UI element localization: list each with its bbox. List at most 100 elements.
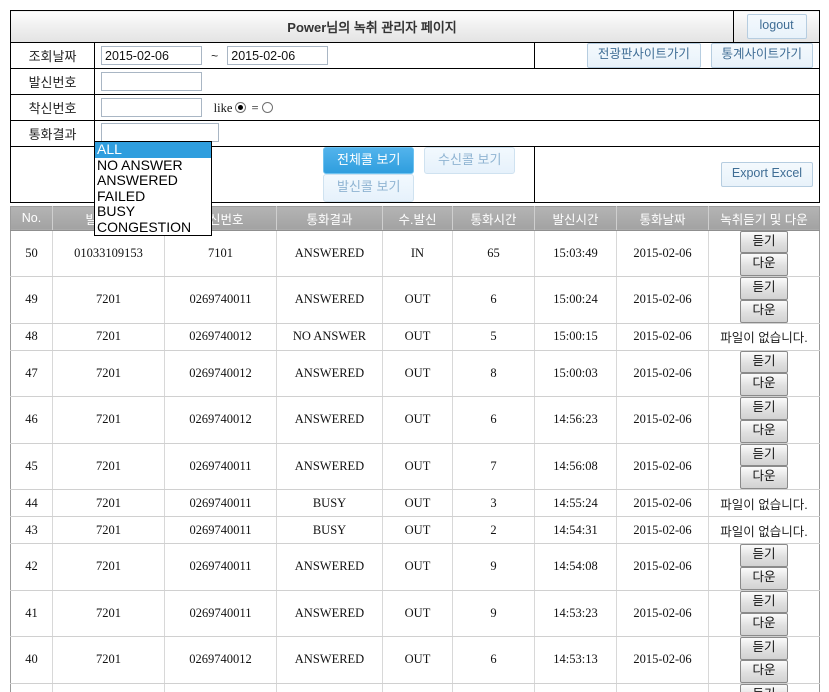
row-direction: OUT [382, 276, 453, 324]
equals-radio[interactable] [261, 101, 273, 113]
date-to-input[interactable] [227, 46, 329, 65]
listen-button[interactable]: 듣기 [740, 683, 788, 692]
row-callee: 0269740012 [164, 323, 277, 351]
page-title: Power님의 녹취 관리자 페이지 [9, 10, 735, 43]
row-direction: OUT [382, 636, 453, 684]
row-result: ANSWERED [276, 543, 383, 591]
row-result: BUSY [276, 489, 383, 518]
row-no: 40 [10, 636, 53, 684]
row-result: ANSWERED [276, 590, 383, 638]
download-button[interactable]: 다운 [740, 659, 788, 683]
listen-button[interactable]: 듣기 [740, 637, 788, 660]
tab-all-calls[interactable]: 전체콜 보기 [323, 147, 415, 175]
row-callee: 0269740012 [164, 350, 277, 398]
listen-button[interactable]: 듣기 [740, 277, 788, 300]
row-no: 45 [10, 443, 53, 491]
col-result: 통화결과 [276, 206, 383, 231]
caller-number-input[interactable] [101, 72, 202, 91]
export-cell: Export Excel [533, 146, 821, 203]
row-recording-cell: 듣기다운 [708, 590, 820, 638]
caller-row: 발신번호 [10, 68, 821, 95]
logout-cell: logout [733, 10, 821, 43]
table-row: 50 01033109153 7101 ANSWERED IN 65 15:03:49 201… [10, 230, 820, 278]
signboard-site-button[interactable]: 전광판사이트가기 [586, 43, 701, 68]
callee-label: 착신번호 [10, 94, 95, 121]
download-button[interactable]: 다운 [740, 373, 788, 397]
row-call-date: 2015-02-06 [616, 396, 709, 444]
download-button[interactable]: 다운 [740, 466, 788, 490]
row-call-date: 2015-02-06 [616, 590, 709, 638]
row-callee: 0269740012 [164, 396, 277, 444]
row-result: ANSWERED [276, 683, 383, 692]
equals-label: = [251, 100, 259, 115]
row-call-time: 15:00:03 [534, 350, 617, 398]
row-call-time: 15:03:49 [534, 230, 617, 278]
download-button[interactable]: 다운 [740, 613, 788, 637]
download-button[interactable]: 다운 [740, 419, 788, 443]
table-row: 44 7201 0269740011 BUSY OUT 3 14:55:24 2015-02-… [10, 489, 820, 518]
download-button[interactable]: 다운 [740, 299, 788, 323]
date-label: 조회날짜 [10, 42, 95, 69]
row-call-date: 2015-02-06 [616, 230, 709, 278]
callee-row: 착신번호 like = [10, 94, 821, 121]
call-records-table: No. 발신번호 착신번호 통화결과 수.발신 통화시간 발신시간 통화날짜 녹… [10, 205, 820, 692]
row-call-date: 2015-02-06 [616, 489, 709, 518]
export-excel-button[interactable]: Export Excel [720, 161, 814, 187]
row-call-time: 14:53:13 [534, 636, 617, 684]
row-call-date: 2015-02-06 [616, 683, 709, 692]
row-recording-cell: 파일이 없습니다. [708, 489, 820, 518]
row-no: 44 [10, 489, 53, 518]
result-label: 통화결과 [10, 120, 95, 147]
row-direction: IN [382, 230, 453, 278]
row-no: 48 [10, 323, 53, 351]
call-result-dropdown-list[interactable]: ALL NO ANSWER ANSWERED FAILED BUSY CONGESTION [94, 141, 212, 236]
listen-button[interactable]: 듣기 [740, 397, 788, 420]
listen-button[interactable]: 듣기 [740, 350, 788, 374]
row-callee: 0269740011 [164, 543, 277, 591]
dropdown-option-failed[interactable]: FAILED [95, 188, 211, 205]
row-call-time: 14:56:23 [534, 396, 617, 444]
dropdown-option-all[interactable]: ALL [95, 141, 211, 158]
statistics-site-button[interactable]: 통계사이트가기 [710, 43, 814, 68]
row-recording-cell: 파일이 없습니다. [708, 323, 820, 351]
row-recording-cell: 듣기다운 [708, 276, 820, 324]
listen-button[interactable]: 듣기 [740, 544, 788, 567]
call-result-select[interactable] [101, 122, 219, 142]
title-row: Power님의 녹취 관리자 페이지 logout [9, 10, 821, 43]
row-direction: OUT [382, 443, 453, 491]
row-caller: 7201 [52, 323, 165, 351]
row-result: ANSWERED [276, 396, 383, 444]
col-duration: 통화시간 [452, 206, 535, 231]
row-caller: 7201 [52, 590, 165, 638]
listen-button[interactable]: 듣기 [740, 230, 788, 254]
row-duration: 6 [452, 396, 535, 444]
row-recording-cell: 듣기다운 [708, 543, 820, 591]
dropdown-option-congestion[interactable]: CONGESTION [95, 219, 211, 236]
row-no: 41 [10, 590, 53, 638]
row-call-date: 2015-02-06 [616, 350, 709, 398]
date-from-input[interactable] [101, 46, 202, 65]
logout-button[interactable]: logout [746, 14, 807, 39]
row-call-date: 2015-02-06 [616, 543, 709, 591]
dropdown-option-answered[interactable]: ANSWERED [95, 172, 211, 189]
no-file-text: 파일이 없습니다. [720, 331, 808, 346]
table-row: 49 7201 0269740011 ANSWERED OUT 6 15:00:24 2015… [10, 276, 820, 324]
col-direction: 수.발신 [382, 206, 453, 231]
like-radio[interactable] [235, 101, 247, 113]
row-recording-cell: 듣기다운 [708, 636, 820, 684]
dropdown-option-busy[interactable]: BUSY [95, 203, 211, 220]
tab-incoming-calls[interactable]: 수신콜 보기 [424, 147, 516, 175]
row-caller: 7201 [52, 350, 165, 398]
download-button[interactable]: 다운 [740, 253, 788, 277]
callee-number-input[interactable] [101, 98, 202, 117]
table-row: 47 7201 0269740012 ANSWERED OUT 8 15:00:03 2015… [10, 350, 820, 398]
table-row: 3972010269740012ANSWEREDOUT714:52:082015… [10, 683, 820, 692]
row-caller: 7201 [52, 396, 165, 444]
tab-outgoing-calls[interactable]: 발신콜 보기 [323, 174, 415, 202]
listen-button[interactable]: 듣기 [740, 443, 788, 467]
dropdown-option-no-answer[interactable]: NO ANSWER [95, 157, 211, 174]
row-recording-cell: 듣기다운 [708, 230, 820, 278]
listen-button[interactable]: 듣기 [740, 590, 788, 614]
row-caller: 7201 [52, 636, 165, 684]
download-button[interactable]: 다운 [740, 566, 788, 590]
